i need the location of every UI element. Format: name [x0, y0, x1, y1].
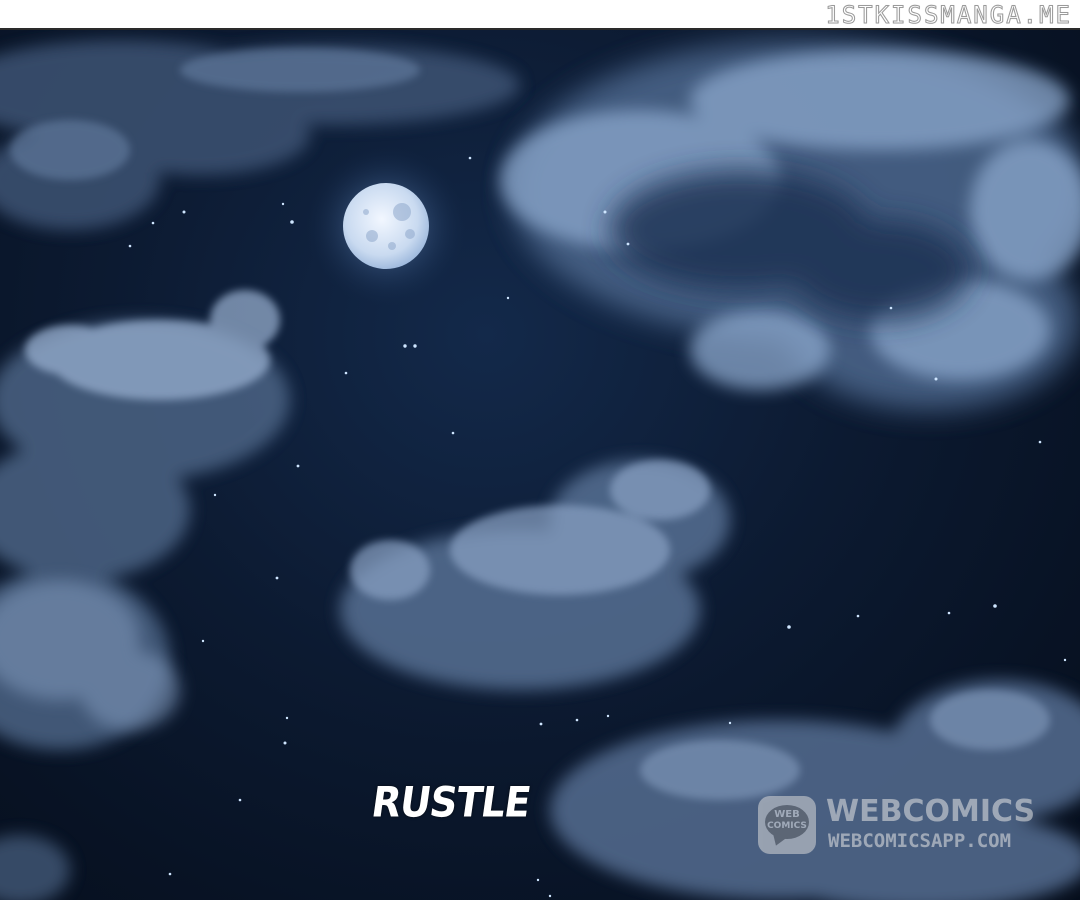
- night-sky-illustration: [0, 40, 1080, 900]
- manga-page: 1STKISSMANGA.ME RUSTLE WEB COMICS WEBCOM…: [0, 0, 1080, 900]
- cloud-top-right: [500, 40, 1080, 410]
- cloud-center: [340, 460, 730, 690]
- cloud-bottom-left: [0, 835, 70, 900]
- brand-url: WEBCOMICSAPP.COM: [828, 830, 1012, 852]
- site-watermark: 1STKISSMANGA.ME: [825, 1, 1072, 30]
- moon-icon: [306, 146, 466, 306]
- brand-name: WEBCOMICS: [826, 794, 1036, 829]
- logo-text-web: WEB: [774, 809, 800, 820]
- sound-effect-text: RUSTLE: [368, 777, 533, 827]
- cloud-bottom-right: [550, 680, 1080, 900]
- webcomics-logo-icon: WEB COMICS: [758, 796, 816, 854]
- comic-panel: RUSTLE WEB COMICS WEBCOMICS WEBCOMICSAPP…: [0, 28, 1080, 900]
- webcomics-watermark: WEB COMICS WEBCOMICS WEBCOMICSAPP.COM: [758, 796, 1048, 856]
- logo-text-comics: COMICS: [767, 821, 807, 831]
- cloud-left-middle: [0, 290, 290, 750]
